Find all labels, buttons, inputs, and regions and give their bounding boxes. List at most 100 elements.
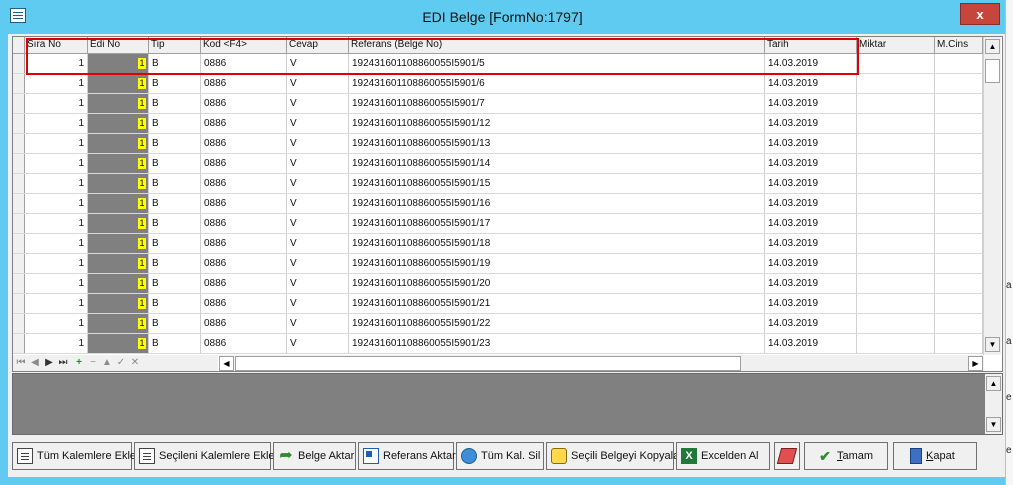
column-header-m-cins[interactable]: M.Cins (935, 37, 983, 53)
table-row[interactable]: 1 1 B 0886 V 192431601108860055I5901/6 14.03.2… (13, 74, 984, 94)
grid-horizontal-scrollbar[interactable]: ◀ ▶ (219, 355, 984, 371)
cell-miktar[interactable] (857, 94, 935, 113)
column-header-kod[interactable]: Kod <F4> (201, 37, 287, 53)
cell-edi-no[interactable]: 1 (88, 334, 149, 353)
cell-edi-no[interactable]: 1 (88, 294, 149, 313)
cell-miktar[interactable] (857, 314, 935, 333)
cell-cevap[interactable]: V (287, 314, 349, 333)
cell-tip[interactable]: B (149, 274, 201, 293)
row-selector[interactable] (13, 154, 25, 173)
cell-kod[interactable]: 0886 (201, 54, 287, 73)
cell-cevap[interactable]: V (287, 294, 349, 313)
cell-tip[interactable]: B (149, 154, 201, 173)
cell-cevap[interactable]: V (287, 254, 349, 273)
kapat-button[interactable]: Kapat (893, 442, 977, 470)
delete-record-icon[interactable]: − (87, 356, 99, 370)
cell-miktar[interactable] (857, 234, 935, 253)
cell-tarih[interactable]: 14.03.2019 (765, 114, 857, 133)
insert-record-icon[interactable]: + (73, 356, 85, 370)
cell-sira-no[interactable]: 1 (25, 274, 88, 293)
cell-referans[interactable]: 192431601108860055I5901/13 (349, 134, 765, 153)
scroll-left-icon[interactable]: ◀ (219, 356, 234, 371)
cell-referans[interactable]: 192431601108860055I5901/7 (349, 94, 765, 113)
cell-tarih[interactable]: 14.03.2019 (765, 94, 857, 113)
cell-edi-no[interactable]: 1 (88, 254, 149, 273)
column-header-referans[interactable]: Referans (Belge No) (349, 37, 765, 53)
row-selector[interactable] (13, 114, 25, 133)
cell-kod[interactable]: 0886 (201, 234, 287, 253)
cell-tip[interactable]: B (149, 294, 201, 313)
memo-scroll-up-icon[interactable]: ▲ (986, 376, 1001, 391)
cell-tarih[interactable]: 14.03.2019 (765, 54, 857, 73)
cell-kod[interactable]: 0886 (201, 154, 287, 173)
cell-cevap[interactable]: V (287, 114, 349, 133)
cell-cevap[interactable]: V (287, 94, 349, 113)
row-selector[interactable] (13, 74, 25, 93)
cell-edi-no[interactable]: 1 (88, 114, 149, 133)
cell-cevap[interactable]: V (287, 234, 349, 253)
row-selector[interactable] (13, 134, 25, 153)
prior-record-icon[interactable]: ◀ (29, 356, 41, 370)
table-row[interactable]: 1 1 B 0886 V 192431601108860055I5901/18 14.03.… (13, 234, 984, 254)
cell-m-cins[interactable] (935, 134, 983, 153)
scroll-up-icon[interactable]: ▲ (985, 39, 1000, 54)
cell-edi-no[interactable]: 1 (88, 54, 149, 73)
cell-tip[interactable]: B (149, 254, 201, 273)
cell-referans[interactable]: 192431601108860055I5901/23 (349, 334, 765, 353)
column-header-edi-no[interactable]: Edi No (88, 37, 149, 53)
table-row[interactable]: 1 1 B 0886 V 192431601108860055I5901/23 14.03.… (13, 334, 984, 354)
cell-kod[interactable]: 0886 (201, 74, 287, 93)
cell-tarih[interactable]: 14.03.2019 (765, 214, 857, 233)
cell-cevap[interactable]: V (287, 334, 349, 353)
cell-kod[interactable]: 0886 (201, 334, 287, 353)
cell-kod[interactable]: 0886 (201, 134, 287, 153)
cell-miktar[interactable] (857, 334, 935, 353)
cell-miktar[interactable] (857, 174, 935, 193)
cell-miktar[interactable] (857, 154, 935, 173)
cell-sira-no[interactable]: 1 (25, 254, 88, 273)
cancel-record-icon[interactable]: ✕ (129, 356, 141, 370)
table-row[interactable]: 1 1 B 0886 V 192431601108860055I5901/13 14.03.… (13, 134, 984, 154)
cell-edi-no[interactable]: 1 (88, 214, 149, 233)
cell-cevap[interactable]: V (287, 134, 349, 153)
cell-kod[interactable]: 0886 (201, 194, 287, 213)
cell-edi-no[interactable]: 1 (88, 74, 149, 93)
row-selector[interactable] (13, 94, 25, 113)
next-record-icon[interactable]: ▶ (43, 356, 55, 370)
memo-scroll-down-icon[interactable]: ▼ (986, 417, 1001, 432)
cell-referans[interactable]: 192431601108860055I5901/18 (349, 234, 765, 253)
cell-tarih[interactable]: 14.03.2019 (765, 314, 857, 333)
table-row[interactable]: 1 1 B 0886 V 192431601108860055I5901/19 14.03.… (13, 254, 984, 274)
cell-tarih[interactable]: 14.03.2019 (765, 274, 857, 293)
cell-tip[interactable]: B (149, 174, 201, 193)
belge-aktar-button[interactable]: ➦ Belge Aktar (273, 442, 356, 470)
secili-belgeyi-kopyala-button[interactable]: Seçili Belgeyi Kopyala (546, 442, 679, 470)
last-record-icon[interactable]: ⏭ (57, 356, 69, 370)
cell-m-cins[interactable] (935, 314, 983, 333)
cell-cevap[interactable]: V (287, 194, 349, 213)
table-row[interactable]: 1 1 B 0886 V 192431601108860055I5901/14 14.03.… (13, 154, 984, 174)
table-row[interactable]: 1 1 B 0886 V 192431601108860055I5901/15 14.03.… (13, 174, 984, 194)
cell-miktar[interactable] (857, 74, 935, 93)
cell-tip[interactable]: B (149, 114, 201, 133)
cell-referans[interactable]: 192431601108860055I5901/17 (349, 214, 765, 233)
cell-m-cins[interactable] (935, 154, 983, 173)
row-selector[interactable] (13, 294, 25, 313)
cell-referans[interactable]: 192431601108860055I5901/12 (349, 114, 765, 133)
cell-miktar[interactable] (857, 254, 935, 273)
cell-miktar[interactable] (857, 54, 935, 73)
column-header-sira-no[interactable]: Sıra No (25, 37, 88, 53)
scroll-down-icon[interactable]: ▼ (985, 337, 1000, 352)
cell-sira-no[interactable]: 1 (25, 194, 88, 213)
edit-record-icon[interactable]: ▲ (101, 356, 113, 370)
cell-edi-no[interactable]: 1 (88, 154, 149, 173)
cell-tip[interactable]: B (149, 214, 201, 233)
cell-miktar[interactable] (857, 214, 935, 233)
post-record-icon[interactable]: ✓ (115, 356, 127, 370)
cell-tarih[interactable]: 14.03.2019 (765, 174, 857, 193)
cell-referans[interactable]: 192431601108860055I5901/21 (349, 294, 765, 313)
row-selector[interactable] (13, 334, 25, 353)
cell-miktar[interactable] (857, 294, 935, 313)
cell-m-cins[interactable] (935, 174, 983, 193)
column-header-miktar[interactable]: Miktar (857, 37, 935, 53)
